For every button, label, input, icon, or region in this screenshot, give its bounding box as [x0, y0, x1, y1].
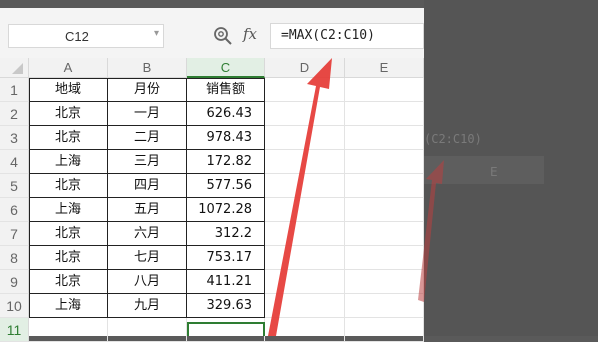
selected-cell-c12[interactable] — [187, 322, 265, 336]
table-cell[interactable]: 五月 — [108, 198, 187, 222]
fx-icon[interactable]: fx — [243, 25, 257, 43]
row-header[interactable]: 2 — [0, 102, 29, 126]
row-header[interactable]: 3 — [0, 126, 29, 150]
table-header-cell[interactable]: 销售额 — [187, 78, 265, 102]
empty-cell[interactable] — [265, 294, 345, 318]
empty-cell[interactable] — [345, 198, 424, 222]
empty-cell[interactable] — [265, 318, 345, 342]
empty-cell[interactable] — [345, 318, 424, 342]
table-cell[interactable]: 411.21 — [187, 270, 265, 294]
ghost-band — [424, 156, 544, 184]
formula-bar[interactable]: =MAX(C2:C10) — [270, 23, 424, 49]
empty-cell[interactable] — [265, 78, 345, 102]
table-cell[interactable]: 1072.28 — [187, 198, 265, 222]
empty-cell[interactable] — [265, 198, 345, 222]
table-cell[interactable]: 四月 — [108, 174, 187, 198]
row-header[interactable]: 5 — [0, 174, 29, 198]
table-cell[interactable]: 577.56 — [187, 174, 265, 198]
table-cell[interactable]: 北京 — [29, 246, 108, 270]
ghost-formula-text: (C2:C10) — [424, 132, 482, 146]
column-header-a[interactable]: A — [29, 58, 108, 78]
table-cell[interactable]: 172.82 — [187, 150, 265, 174]
empty-cell[interactable] — [265, 174, 345, 198]
select-all-corner[interactable] — [0, 58, 29, 78]
table-cell[interactable]: 七月 — [108, 246, 187, 270]
ghost-column-e: E — [490, 165, 498, 179]
column-header-d[interactable]: D — [265, 58, 345, 78]
table-cell[interactable]: 北京 — [29, 174, 108, 198]
empty-cell[interactable] — [345, 222, 424, 246]
name-box-value: C12 — [65, 29, 89, 44]
row-header[interactable]: 10 — [0, 294, 29, 318]
table-cell[interactable]: 九月 — [108, 294, 187, 318]
table-cell[interactable]: 626.43 — [187, 102, 265, 126]
empty-cell[interactable] — [345, 294, 424, 318]
row-header[interactable]: 8 — [0, 246, 29, 270]
table-cell[interactable]: 三月 — [108, 150, 187, 174]
table-cell[interactable]: 一月 — [108, 102, 187, 126]
empty-cell[interactable] — [345, 102, 424, 126]
table-cell[interactable]: 312.2 — [187, 222, 265, 246]
empty-cell[interactable] — [345, 150, 424, 174]
zoom-icon[interactable] — [213, 26, 233, 46]
column-header-c[interactable]: C — [187, 58, 265, 78]
table-cell[interactable]: 329.63 — [187, 294, 265, 318]
table-cell[interactable]: 二月 — [108, 126, 187, 150]
empty-cell[interactable] — [345, 78, 424, 102]
row-header[interactable]: 11 — [0, 318, 29, 342]
table-cell[interactable]: 北京 — [29, 126, 108, 150]
table-cell[interactable]: 上海 — [29, 198, 108, 222]
empty-cell[interactable] — [345, 174, 424, 198]
table-cell[interactable]: 978.43 — [187, 126, 265, 150]
empty-cell[interactable] — [345, 270, 424, 294]
empty-cell[interactable] — [29, 318, 108, 342]
table-cell[interactable]: 北京 — [29, 270, 108, 294]
empty-cell[interactable] — [108, 318, 187, 342]
table-cell[interactable]: 北京 — [29, 102, 108, 126]
formula-text: =MAX(C2:C10) — [281, 28, 375, 43]
empty-cell[interactable] — [345, 126, 424, 150]
empty-cell[interactable] — [265, 126, 345, 150]
chevron-down-icon[interactable]: ▾ — [154, 28, 159, 39]
table-cell[interactable]: 上海 — [29, 150, 108, 174]
name-box[interactable]: C12 ▾ — [8, 24, 164, 48]
table-cell[interactable]: 八月 — [108, 270, 187, 294]
table-cell[interactable]: 上海 — [29, 294, 108, 318]
column-header-e[interactable]: E — [345, 58, 424, 78]
row-header[interactable]: 9 — [0, 270, 29, 294]
row-header[interactable]: 7 — [0, 222, 29, 246]
empty-cell[interactable] — [265, 222, 345, 246]
empty-cell[interactable] — [345, 246, 424, 270]
table-header-cell[interactable]: 地域 — [29, 78, 108, 102]
empty-cell[interactable] — [265, 150, 345, 174]
empty-cell[interactable] — [265, 246, 345, 270]
row-header[interactable]: 6 — [0, 198, 29, 222]
row-header[interactable]: 1 — [0, 78, 29, 102]
column-header-b[interactable]: B — [108, 58, 187, 78]
table-cell[interactable]: 六月 — [108, 222, 187, 246]
empty-cell[interactable] — [265, 102, 345, 126]
table-cell[interactable]: 北京 — [29, 222, 108, 246]
row-header[interactable]: 4 — [0, 150, 29, 174]
table-header-cell[interactable]: 月份 — [108, 78, 187, 102]
empty-cell[interactable] — [265, 270, 345, 294]
table-cell[interactable]: 753.17 — [187, 246, 265, 270]
